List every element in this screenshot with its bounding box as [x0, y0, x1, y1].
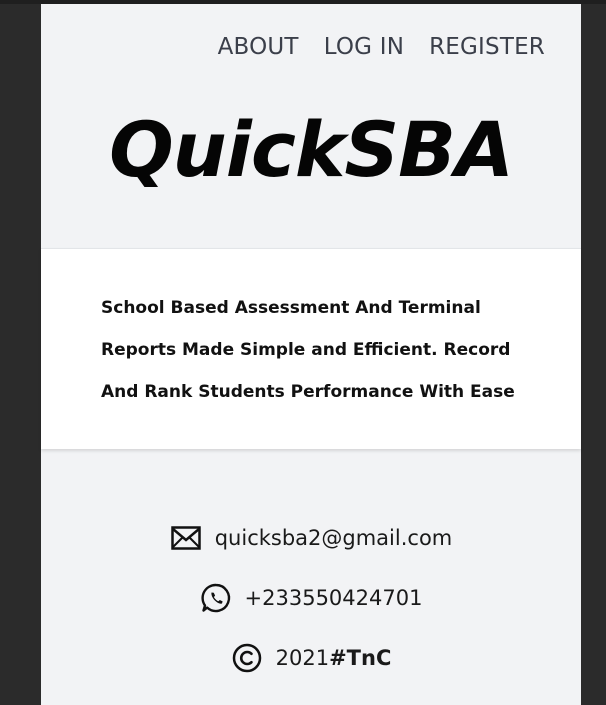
copyright-year: 2021 [275, 646, 330, 670]
copyright-icon [231, 642, 263, 674]
nav-about-link[interactable]: ABOUT [218, 34, 299, 60]
hero-tagline: School Based Assessment And Terminal Rep… [101, 298, 515, 402]
hero-section: School Based Assessment And Terminal Rep… [41, 248, 581, 449]
copyright-row: 2021#TnC [41, 642, 581, 674]
envelope-icon [170, 522, 202, 554]
nav-login-link[interactable]: LOG IN [324, 34, 404, 60]
top-navigation: ABOUT LOG IN REGISTER [218, 34, 545, 60]
terms-link[interactable]: #TnC [329, 646, 391, 670]
contact-phone[interactable]: +233550424701 [245, 586, 423, 610]
brand-title: QuickSBA [109, 105, 514, 194]
contact-email-row: quicksba2@gmail.com [41, 522, 581, 554]
nav-register-link[interactable]: REGISTER [429, 34, 545, 60]
contact-phone-row: +233550424701 [41, 582, 581, 614]
whatsapp-icon [200, 582, 232, 614]
contact-email[interactable]: quicksba2@gmail.com [215, 526, 453, 550]
landing-page: ABOUT LOG IN REGISTER QuickSBA School Ba… [41, 4, 581, 705]
